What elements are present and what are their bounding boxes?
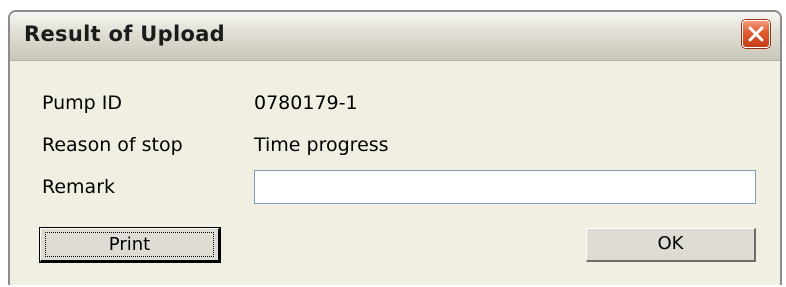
reason-of-stop-label: Reason of stop bbox=[42, 134, 183, 156]
pump-id-value: 0780179-1 bbox=[254, 92, 358, 114]
pump-id-label: Pump ID bbox=[42, 92, 123, 114]
result-of-upload-dialog: Result of Upload Pump ID 0780179-1 Reaso… bbox=[8, 10, 782, 285]
close-button[interactable] bbox=[742, 20, 770, 48]
ok-button[interactable]: OK bbox=[586, 228, 756, 262]
remark-input[interactable] bbox=[254, 170, 756, 204]
print-button-label: Print bbox=[45, 232, 214, 257]
title-bar[interactable]: Result of Upload bbox=[10, 12, 780, 61]
print-button[interactable]: Print bbox=[40, 228, 220, 262]
dialog-title: Result of Upload bbox=[24, 22, 225, 46]
remark-label: Remark bbox=[42, 176, 116, 198]
reason-of-stop-value: Time progress bbox=[254, 134, 389, 156]
close-icon bbox=[748, 26, 764, 42]
